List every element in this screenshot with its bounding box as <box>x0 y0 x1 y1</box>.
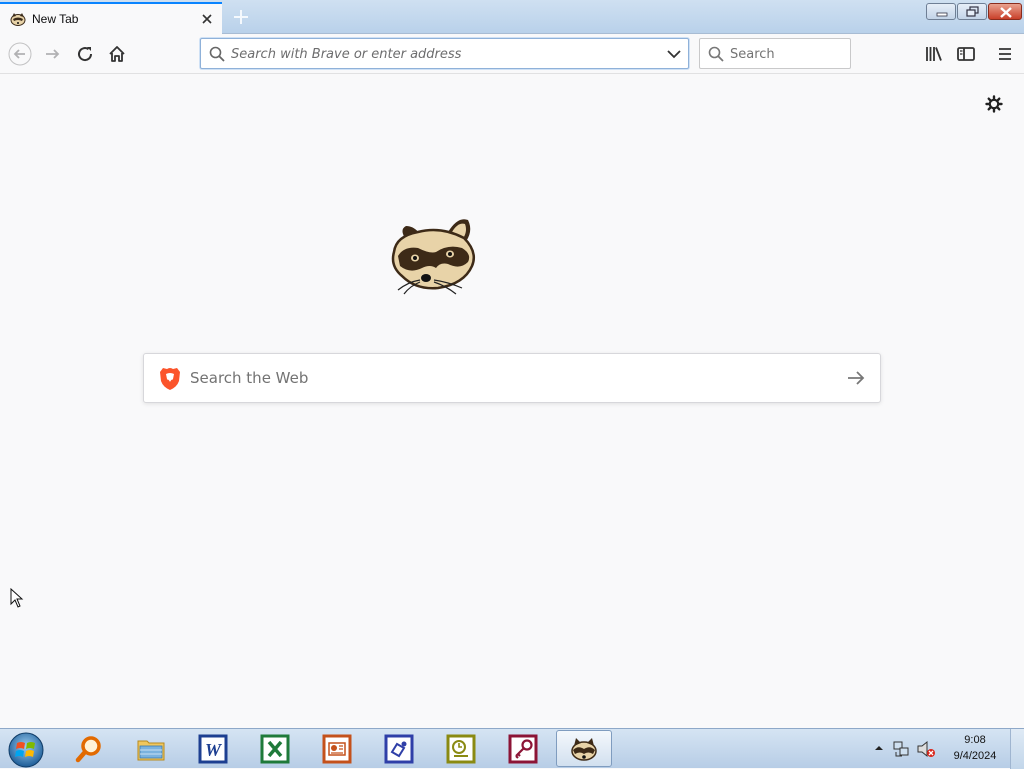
search-icon <box>708 46 724 62</box>
show-desktop-button[interactable] <box>1010 729 1024 769</box>
volume-muted-icon[interactable] <box>916 740 936 758</box>
web-search-input[interactable] <box>190 366 830 390</box>
address-bar[interactable] <box>200 38 689 69</box>
web-search-box[interactable] <box>143 353 881 403</box>
tab-bar: New Tab <box>0 0 1024 34</box>
network-icon[interactable] <box>892 740 910 758</box>
chevron-down-icon[interactable] <box>666 47 682 61</box>
restore-icon <box>966 6 979 17</box>
back-arrow-icon[interactable] <box>8 42 32 66</box>
magnifier-icon <box>75 735 101 762</box>
raccoon-browser-icon <box>571 737 597 761</box>
access-key-icon <box>508 734 538 763</box>
raccoon-favicon-icon <box>10 13 26 26</box>
taskbar-visio[interactable] <box>371 730 427 767</box>
clock-time[interactable]: 9:08 <box>948 734 1002 746</box>
project-icon <box>446 734 476 763</box>
sidebar-icon[interactable] <box>954 42 978 66</box>
minimize-icon <box>936 12 948 17</box>
tab-new-tab[interactable]: New Tab <box>0 2 222 34</box>
svg-text:W: W <box>205 740 223 760</box>
taskbar-excel[interactable] <box>247 730 303 767</box>
taskbar: W 9:08 9/4/2024 <box>0 728 1024 769</box>
search-bar[interactable] <box>699 38 851 69</box>
close-window-button[interactable] <box>988 3 1022 20</box>
raccoon-logo <box>391 219 475 295</box>
reload-icon[interactable] <box>73 42 97 66</box>
arrow-right-icon[interactable] <box>846 369 866 387</box>
mouse-pointer-icon <box>10 588 24 608</box>
taskbar-word[interactable]: W <box>185 730 241 767</box>
brave-lion-icon <box>160 368 180 390</box>
powerpoint-icon <box>322 734 352 763</box>
minimize-button[interactable] <box>926 3 956 20</box>
excel-icon <box>260 734 290 763</box>
taskbar-file-explorer[interactable] <box>123 730 179 767</box>
show-hidden-icons-icon[interactable] <box>874 743 884 753</box>
settings-gear-icon[interactable] <box>985 95 1003 113</box>
close-window-icon <box>1000 7 1012 18</box>
taskbar-browser[interactable] <box>556 730 612 767</box>
hamburger-menu-icon[interactable] <box>993 42 1017 66</box>
taskbar-search-app[interactable] <box>61 730 117 767</box>
address-input[interactable] <box>231 43 651 65</box>
word-icon: W <box>198 734 228 763</box>
visio-icon <box>384 734 414 763</box>
search-input[interactable] <box>730 43 845 65</box>
folder-icon <box>137 740 165 760</box>
tab-title: New Tab <box>32 12 79 26</box>
search-icon <box>209 46 225 62</box>
forward-arrow-icon[interactable] <box>41 42 65 66</box>
taskbar-project[interactable] <box>433 730 489 767</box>
library-icon[interactable] <box>922 42 946 66</box>
taskbar-powerpoint[interactable] <box>309 730 365 767</box>
new-tab-plus-icon[interactable] <box>230 6 252 28</box>
close-tab-icon[interactable] <box>200 12 214 26</box>
clock-date[interactable]: 9/4/2024 <box>945 750 1005 762</box>
start-windows-icon[interactable] <box>7 731 45 769</box>
home-icon[interactable] <box>105 42 129 66</box>
new-tab-page <box>0 75 1024 728</box>
taskbar-access[interactable] <box>495 730 551 767</box>
navigation-toolbar <box>0 34 1024 74</box>
restore-button[interactable] <box>957 3 987 20</box>
